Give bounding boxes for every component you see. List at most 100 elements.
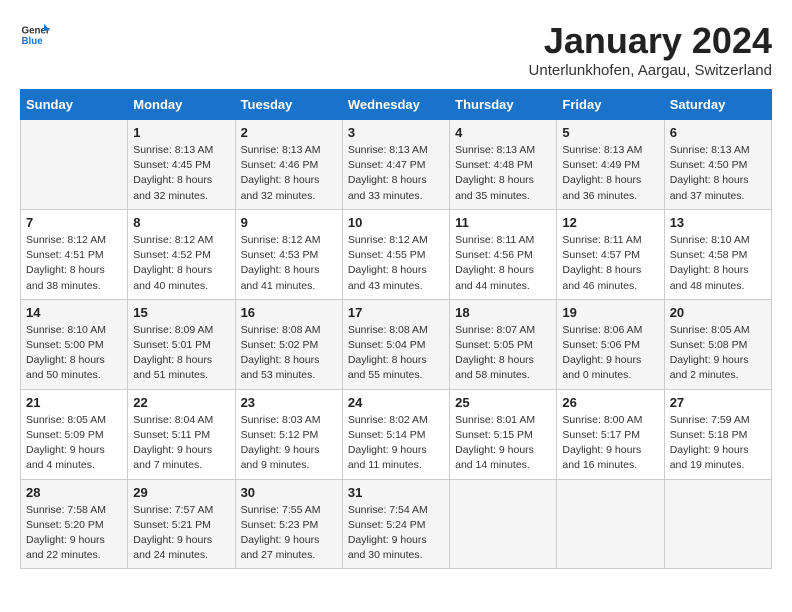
day-info: Sunrise: 8:08 AM Sunset: 5:04 PM Dayligh… xyxy=(348,323,444,384)
day-number: 6 xyxy=(670,125,766,140)
day-number: 31 xyxy=(348,485,444,500)
title-area: January 2024 Unterlunkhofen, Aargau, Swi… xyxy=(529,20,772,79)
day-info: Sunrise: 8:05 AM Sunset: 5:08 PM Dayligh… xyxy=(670,323,766,384)
week-row-5: 28 Sunrise: 7:58 AM Sunset: 5:20 PM Dayli… xyxy=(21,479,772,569)
calendar-table: SundayMondayTuesdayWednesdayThursdayFrid… xyxy=(20,89,772,569)
day-number: 24 xyxy=(348,395,444,410)
calendar-cell: 14 Sunrise: 8:10 AM Sunset: 5:00 PM Dayli… xyxy=(21,299,128,389)
day-number: 18 xyxy=(455,305,551,320)
day-number: 11 xyxy=(455,215,551,230)
day-header-thursday: Thursday xyxy=(450,90,557,120)
day-info: Sunrise: 8:00 AM Sunset: 5:17 PM Dayligh… xyxy=(562,413,658,474)
day-info: Sunrise: 8:13 AM Sunset: 4:46 PM Dayligh… xyxy=(241,143,337,204)
calendar-cell: 23 Sunrise: 8:03 AM Sunset: 5:12 PM Dayli… xyxy=(235,389,342,479)
day-header-saturday: Saturday xyxy=(664,90,771,120)
day-info: Sunrise: 8:12 AM Sunset: 4:53 PM Dayligh… xyxy=(241,233,337,294)
day-number: 2 xyxy=(241,125,337,140)
day-info: Sunrise: 8:13 AM Sunset: 4:49 PM Dayligh… xyxy=(562,143,658,204)
day-number: 10 xyxy=(348,215,444,230)
day-info: Sunrise: 8:04 AM Sunset: 5:11 PM Dayligh… xyxy=(133,413,229,474)
day-info: Sunrise: 7:59 AM Sunset: 5:18 PM Dayligh… xyxy=(670,413,766,474)
day-header-friday: Friday xyxy=(557,90,664,120)
day-number: 4 xyxy=(455,125,551,140)
day-number: 17 xyxy=(348,305,444,320)
day-number: 27 xyxy=(670,395,766,410)
calendar-cell: 25 Sunrise: 8:01 AM Sunset: 5:15 PM Dayli… xyxy=(450,389,557,479)
calendar-cell: 20 Sunrise: 8:05 AM Sunset: 5:08 PM Dayli… xyxy=(664,299,771,389)
calendar-cell: 27 Sunrise: 7:59 AM Sunset: 5:18 PM Dayli… xyxy=(664,389,771,479)
day-number: 7 xyxy=(26,215,122,230)
days-header-row: SundayMondayTuesdayWednesdayThursdayFrid… xyxy=(21,90,772,120)
day-info: Sunrise: 8:11 AM Sunset: 4:57 PM Dayligh… xyxy=(562,233,658,294)
calendar-cell xyxy=(21,120,128,210)
day-number: 21 xyxy=(26,395,122,410)
day-info: Sunrise: 8:13 AM Sunset: 4:48 PM Dayligh… xyxy=(455,143,551,204)
calendar-cell: 10Sunrise: 8:12 AM Sunset: 4:55 PM Dayli… xyxy=(342,209,449,299)
day-number: 23 xyxy=(241,395,337,410)
day-number: 3 xyxy=(348,125,444,140)
day-number: 25 xyxy=(455,395,551,410)
calendar-cell: 19 Sunrise: 8:06 AM Sunset: 5:06 PM Dayli… xyxy=(557,299,664,389)
logo: General Blue xyxy=(20,20,50,50)
day-number: 20 xyxy=(670,305,766,320)
day-info: Sunrise: 8:12 AM Sunset: 4:51 PM Dayligh… xyxy=(26,233,122,294)
calendar-cell: 7 Sunrise: 8:12 AM Sunset: 4:51 PM Daylig… xyxy=(21,209,128,299)
day-number: 13 xyxy=(670,215,766,230)
calendar-cell: 22 Sunrise: 8:04 AM Sunset: 5:11 PM Dayli… xyxy=(128,389,235,479)
day-number: 30 xyxy=(241,485,337,500)
day-info: Sunrise: 8:13 AM Sunset: 4:50 PM Dayligh… xyxy=(670,143,766,204)
day-number: 19 xyxy=(562,305,658,320)
calendar-cell: 16 Sunrise: 8:08 AM Sunset: 5:02 PM Dayli… xyxy=(235,299,342,389)
calendar-cell: 3 Sunrise: 8:13 AM Sunset: 4:47 PM Daylig… xyxy=(342,120,449,210)
day-info: Sunrise: 8:03 AM Sunset: 5:12 PM Dayligh… xyxy=(241,413,337,474)
day-number: 26 xyxy=(562,395,658,410)
day-info: Sunrise: 8:10 AM Sunset: 4:58 PM Dayligh… xyxy=(670,233,766,294)
day-info: Sunrise: 8:10 AM Sunset: 5:00 PM Dayligh… xyxy=(26,323,122,384)
day-header-tuesday: Tuesday xyxy=(235,90,342,120)
day-info: Sunrise: 8:01 AM Sunset: 5:15 PM Dayligh… xyxy=(455,413,551,474)
calendar-cell: 8 Sunrise: 8:12 AM Sunset: 4:52 PM Daylig… xyxy=(128,209,235,299)
calendar-cell xyxy=(664,479,771,569)
calendar-cell: 24 Sunrise: 8:02 AM Sunset: 5:14 PM Dayli… xyxy=(342,389,449,479)
calendar-cell: 17 Sunrise: 8:08 AM Sunset: 5:04 PM Dayli… xyxy=(342,299,449,389)
day-info: Sunrise: 8:02 AM Sunset: 5:14 PM Dayligh… xyxy=(348,413,444,474)
calendar-cell: 12 Sunrise: 8:11 AM Sunset: 4:57 PM Dayli… xyxy=(557,209,664,299)
week-row-1: 1Sunrise: 8:13 AM Sunset: 4:45 PM Daylig… xyxy=(21,120,772,210)
week-row-2: 7 Sunrise: 8:12 AM Sunset: 4:51 PM Daylig… xyxy=(21,209,772,299)
calendar-cell: 21Sunrise: 8:05 AM Sunset: 5:09 PM Dayli… xyxy=(21,389,128,479)
calendar-cell: 6 Sunrise: 8:13 AM Sunset: 4:50 PM Daylig… xyxy=(664,120,771,210)
calendar-cell: 31 Sunrise: 7:54 AM Sunset: 5:24 PM Dayli… xyxy=(342,479,449,569)
header: General Blue January 2024 Unterlunkhofen… xyxy=(20,20,772,79)
calendar-subtitle: Unterlunkhofen, Aargau, Switzerland xyxy=(529,62,772,79)
day-info: Sunrise: 8:06 AM Sunset: 5:06 PM Dayligh… xyxy=(562,323,658,384)
day-number: 22 xyxy=(133,395,229,410)
calendar-cell: 11 Sunrise: 8:11 AM Sunset: 4:56 PM Dayli… xyxy=(450,209,557,299)
calendar-cell: 13 Sunrise: 8:10 AM Sunset: 4:58 PM Dayli… xyxy=(664,209,771,299)
day-info: Sunrise: 8:07 AM Sunset: 5:05 PM Dayligh… xyxy=(455,323,551,384)
day-info: Sunrise: 8:09 AM Sunset: 5:01 PM Dayligh… xyxy=(133,323,229,384)
day-number: 12 xyxy=(562,215,658,230)
logo-icon: General Blue xyxy=(20,20,50,50)
day-info: Sunrise: 8:08 AM Sunset: 5:02 PM Dayligh… xyxy=(241,323,337,384)
calendar-cell: 18 Sunrise: 8:07 AM Sunset: 5:05 PM Dayli… xyxy=(450,299,557,389)
week-row-3: 14 Sunrise: 8:10 AM Sunset: 5:00 PM Dayli… xyxy=(21,299,772,389)
day-info: Sunrise: 8:13 AM Sunset: 4:47 PM Dayligh… xyxy=(348,143,444,204)
day-number: 15 xyxy=(133,305,229,320)
day-header-monday: Monday xyxy=(128,90,235,120)
day-info: Sunrise: 8:11 AM Sunset: 4:56 PM Dayligh… xyxy=(455,233,551,294)
day-header-wednesday: Wednesday xyxy=(342,90,449,120)
day-number: 28 xyxy=(26,485,122,500)
calendar-cell xyxy=(557,479,664,569)
day-number: 8 xyxy=(133,215,229,230)
week-row-4: 21Sunrise: 8:05 AM Sunset: 5:09 PM Dayli… xyxy=(21,389,772,479)
day-number: 29 xyxy=(133,485,229,500)
day-number: 1 xyxy=(133,125,229,140)
day-header-sunday: Sunday xyxy=(21,90,128,120)
day-info: Sunrise: 8:12 AM Sunset: 4:52 PM Dayligh… xyxy=(133,233,229,294)
calendar-cell: 30Sunrise: 7:55 AM Sunset: 5:23 PM Dayli… xyxy=(235,479,342,569)
day-number: 16 xyxy=(241,305,337,320)
calendar-cell: 1Sunrise: 8:13 AM Sunset: 4:45 PM Daylig… xyxy=(128,120,235,210)
day-info: Sunrise: 7:54 AM Sunset: 5:24 PM Dayligh… xyxy=(348,503,444,564)
day-number: 14 xyxy=(26,305,122,320)
day-info: Sunrise: 7:58 AM Sunset: 5:20 PM Dayligh… xyxy=(26,503,122,564)
